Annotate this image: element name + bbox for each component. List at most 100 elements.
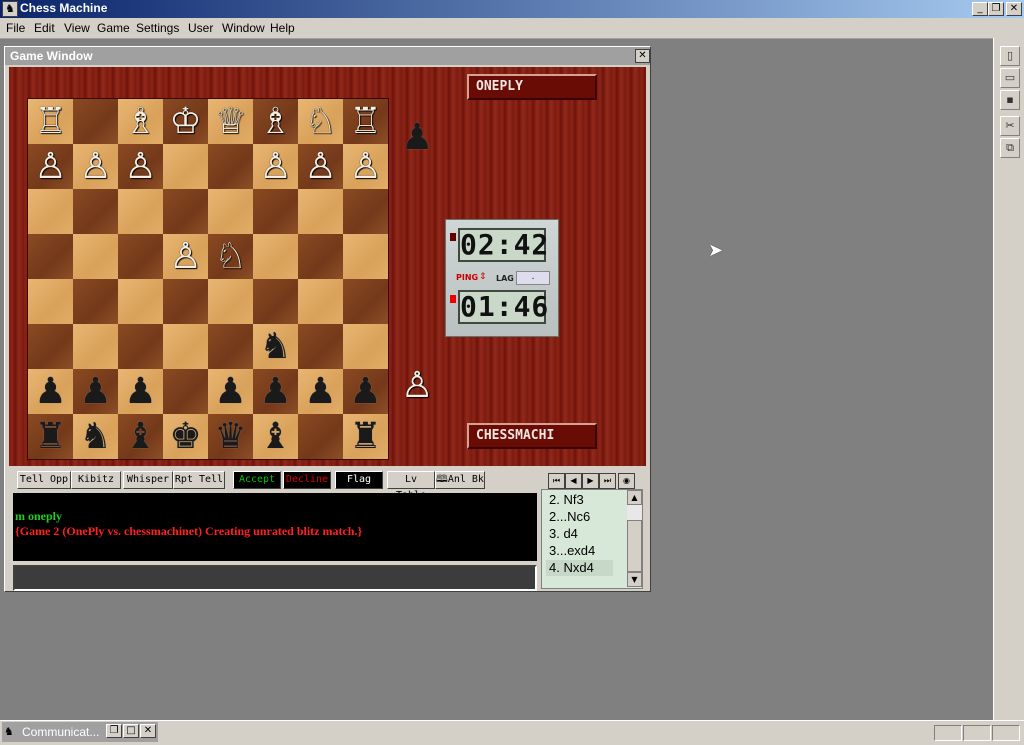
- move-list-scrollbar[interactable]: ▲ ▼: [627, 490, 642, 587]
- board-square[interactable]: ♔: [163, 99, 208, 144]
- board-square[interactable]: [163, 369, 208, 414]
- board-square[interactable]: ♚: [163, 414, 208, 459]
- new-document-icon[interactable]: ▯: [1000, 46, 1020, 66]
- chess-board[interactable]: ♖ ♗ ♔ ♕ ♗ ♘ ♖ ♙ ♙ ♙ ♙ ♙ ♙ ♙ ♘ ♞ ♟ ♟ ♟ ♟ ♟ ♟ ♟ ♜ ♞ ♝ ♚ ♛ ♝ ♜: [27, 98, 389, 460]
- board-square[interactable]: [118, 234, 163, 279]
- menu-user[interactable]: User: [188, 21, 213, 35]
- menu-file[interactable]: File: [6, 21, 25, 35]
- board-square[interactable]: [73, 324, 118, 369]
- black-rook-piece[interactable]: ♜: [349, 418, 381, 455]
- board-square[interactable]: [28, 324, 73, 369]
- previous-move-icon[interactable]: ◀: [565, 473, 582, 489]
- board-square[interactable]: ♟: [253, 369, 298, 414]
- kibitz-button[interactable]: Kibitz: [71, 471, 121, 489]
- white-rook-piece[interactable]: ♖: [349, 103, 381, 140]
- minimized-window-communication[interactable]: ♞ Communicat... ❐ □ ✕: [2, 722, 158, 742]
- white-bishop-piece[interactable]: ♗: [124, 103, 156, 140]
- black-queen-piece[interactable]: ♛: [214, 418, 246, 455]
- board-square[interactable]: ♝: [118, 414, 163, 459]
- open-folder-icon[interactable]: ▭: [1000, 68, 1020, 88]
- board-square[interactable]: ♖: [28, 99, 73, 144]
- black-king-piece[interactable]: ♚: [169, 418, 201, 455]
- board-square[interactable]: [73, 189, 118, 234]
- menu-help[interactable]: Help: [270, 21, 295, 35]
- board-square[interactable]: [253, 234, 298, 279]
- board-square[interactable]: [343, 324, 388, 369]
- rpt-tell-button[interactable]: Rpt Tell: [173, 471, 225, 489]
- title-bar[interactable]: ♞ Chess Machine _ ❐ ✕: [0, 0, 1024, 18]
- board-square[interactable]: [208, 279, 253, 324]
- analysis-book-button[interactable]: 🕮Anl Bk: [435, 471, 485, 489]
- stop-icon[interactable]: ◉: [618, 473, 635, 489]
- chat-log[interactable]: m oneply {Game 2 (OnePly vs. chessmachin…: [13, 493, 537, 561]
- board-square[interactable]: [28, 279, 73, 324]
- board-square[interactable]: ♗: [118, 99, 163, 144]
- leave-table-button[interactable]: Lv Table: [387, 471, 435, 501]
- white-pawn-piece[interactable]: ♙: [169, 238, 201, 275]
- board-square[interactable]: [28, 234, 73, 279]
- move-item-selected[interactable]: 4. Nxd4: [546, 560, 613, 576]
- first-move-icon[interactable]: ⏮: [548, 473, 565, 489]
- board-square[interactable]: ♙: [118, 144, 163, 189]
- board-square[interactable]: ♙: [28, 144, 73, 189]
- board-square[interactable]: [253, 189, 298, 234]
- white-bishop-piece[interactable]: ♗: [259, 103, 291, 140]
- tell-opp-button[interactable]: Tell Opp: [17, 471, 71, 489]
- close-icon[interactable]: ✕: [635, 49, 650, 63]
- last-move-icon[interactable]: ⏭: [599, 473, 616, 489]
- menu-game[interactable]: Game: [97, 21, 130, 35]
- board-square[interactable]: ♙: [163, 234, 208, 279]
- white-pawn-piece[interactable]: ♙: [79, 148, 111, 185]
- scroll-down-icon[interactable]: ▼: [627, 572, 642, 587]
- board-square[interactable]: ♙: [253, 144, 298, 189]
- white-pawn-piece[interactable]: ♙: [34, 148, 66, 185]
- board-square[interactable]: [118, 324, 163, 369]
- white-pawn-piece[interactable]: ♙: [124, 148, 156, 185]
- black-knight-piece[interactable]: ♞: [259, 328, 291, 365]
- decline-button[interactable]: Decline: [283, 471, 331, 489]
- black-pawn-piece[interactable]: ♟: [304, 373, 336, 410]
- board-square[interactable]: ♟: [343, 369, 388, 414]
- menu-view[interactable]: View: [64, 21, 90, 35]
- black-bishop-piece[interactable]: ♝: [124, 418, 156, 455]
- accept-button[interactable]: Accept: [233, 471, 281, 489]
- board-square[interactable]: [118, 279, 163, 324]
- board-square[interactable]: ♘: [298, 99, 343, 144]
- board-square[interactable]: ♗: [253, 99, 298, 144]
- board-square[interactable]: ♝: [253, 414, 298, 459]
- board-square[interactable]: [343, 279, 388, 324]
- save-icon[interactable]: ▪: [1000, 90, 1020, 110]
- white-pawn-piece[interactable]: ♙: [259, 148, 291, 185]
- board-square[interactable]: [163, 279, 208, 324]
- board-square[interactable]: [163, 324, 208, 369]
- white-knight-piece[interactable]: ♘: [214, 238, 246, 275]
- board-square[interactable]: ♜: [28, 414, 73, 459]
- restore-icon[interactable]: ❐: [988, 2, 1004, 16]
- move-item[interactable]: 2. Nf3: [546, 492, 613, 508]
- white-pawn-piece[interactable]: ♙: [304, 148, 336, 185]
- board-square[interactable]: ♖: [343, 99, 388, 144]
- scroll-thumb[interactable]: [627, 520, 642, 572]
- board-square[interactable]: [298, 324, 343, 369]
- board-square[interactable]: [343, 189, 388, 234]
- board-square[interactable]: [73, 279, 118, 324]
- black-pawn-piece[interactable]: ♟: [259, 373, 291, 410]
- restore-icon[interactable]: ❐: [106, 724, 122, 738]
- black-pawn-piece[interactable]: ♟: [79, 373, 111, 410]
- white-rook-piece[interactable]: ♖: [34, 103, 66, 140]
- board-square[interactable]: ♜: [343, 414, 388, 459]
- board-square[interactable]: [298, 414, 343, 459]
- board-square[interactable]: [208, 189, 253, 234]
- white-knight-piece[interactable]: ♘: [304, 103, 336, 140]
- board-square[interactable]: ♕: [208, 99, 253, 144]
- board-square[interactable]: [208, 324, 253, 369]
- black-pawn-piece[interactable]: ♟: [124, 373, 156, 410]
- board-square[interactable]: ♟: [28, 369, 73, 414]
- black-rook-piece[interactable]: ♜: [34, 418, 66, 455]
- board-square[interactable]: [298, 189, 343, 234]
- black-pawn-piece[interactable]: ♟: [349, 373, 381, 410]
- white-king-piece[interactable]: ♔: [169, 103, 201, 140]
- board-square[interactable]: ♞: [253, 324, 298, 369]
- cut-icon[interactable]: ✂: [1000, 116, 1020, 136]
- copy-icon[interactable]: ⧉: [1000, 138, 1020, 158]
